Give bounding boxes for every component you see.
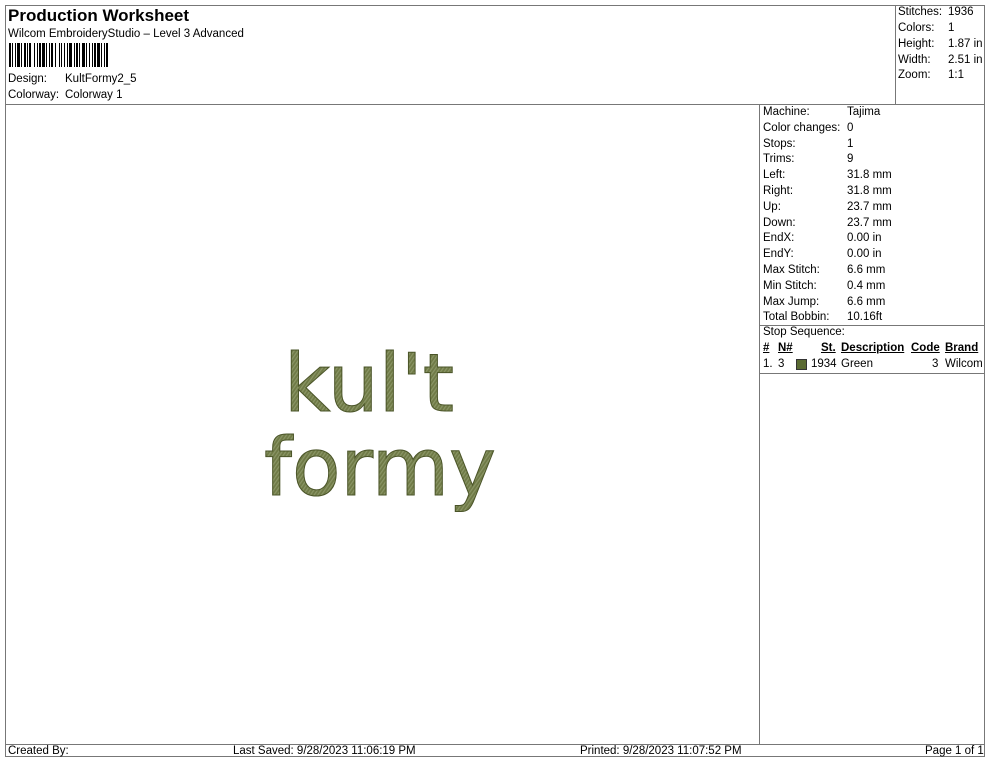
- summary-divider: [895, 5, 896, 104]
- detail-value: 6.6 mm: [847, 295, 886, 308]
- col-code: Code: [911, 342, 940, 354]
- col-stitches: St.: [821, 342, 836, 354]
- detail-label: Machine:: [763, 106, 810, 118]
- design-barcode: [9, 43, 181, 67]
- detail-label: Right:: [763, 185, 794, 197]
- col-needle: N#: [778, 342, 793, 354]
- detail-label: Total Bobbin:: [763, 311, 830, 324]
- detail-label: Trims:: [763, 153, 795, 166]
- row-brand: Wilcom: [945, 358, 983, 370]
- detail-value: 23.7 mm: [847, 200, 892, 213]
- detail-value: 31.8 mm: [847, 185, 892, 197]
- summary-colors-value: 1: [948, 22, 955, 34]
- barcode-bar: [108, 43, 110, 67]
- detail-value: 6.6 mm: [847, 264, 886, 276]
- summary-colors-label: Colors:: [898, 22, 935, 34]
- design-value: KultFormy2_5: [65, 73, 137, 85]
- detail-label: Left:: [763, 169, 786, 182]
- summary-height-value: 1.87 in: [948, 38, 983, 50]
- design-label: Design:: [8, 73, 47, 85]
- thread-color-swatch: [796, 359, 807, 370]
- software-name: Wilcom EmbroideryStudio – Level 3 Advanc…: [8, 28, 244, 40]
- row-stitches: 1934: [811, 358, 837, 370]
- detail-label: Stops:: [763, 137, 796, 150]
- detail-value: 0.00 in: [847, 248, 882, 261]
- detail-value: 23.7 mm: [847, 216, 892, 229]
- footer-printed: Printed: 9/28/2023 11:07:52 PM: [580, 745, 742, 757]
- detail-value: 0: [847, 121, 854, 134]
- stop-sequence-title: Stop Sequence:: [763, 326, 845, 338]
- sequence-divider: [759, 373, 985, 374]
- colorway-row: Colorway: Colorway 1: [8, 89, 308, 103]
- col-description: Description: [841, 342, 905, 354]
- row-num: 1.: [763, 358, 773, 370]
- detail-label: EndY:: [763, 248, 794, 261]
- colorway-label: Colorway:: [8, 89, 60, 101]
- detail-label: Color changes:: [763, 121, 841, 134]
- summary-stitches-value: 1936: [948, 6, 974, 18]
- detail-value: 0.4 mm: [847, 279, 886, 292]
- summary-zoom-label: Zoom:: [898, 69, 931, 81]
- row-description: Green: [841, 358, 873, 370]
- detail-label: Down:: [763, 216, 796, 229]
- summary-stitches-label: Stitches:: [898, 6, 943, 18]
- footer-divider: [5, 744, 985, 745]
- sidebar-divider: [759, 104, 760, 745]
- detail-label: EndX:: [763, 232, 795, 245]
- summary-height-label: Height:: [898, 38, 935, 50]
- detail-label: Up:: [763, 200, 781, 213]
- detail-value: 31.8 mm: [847, 169, 892, 182]
- detail-label: Min Stitch:: [763, 279, 817, 292]
- row-code: 3: [932, 358, 939, 370]
- detail-value: 1: [847, 137, 854, 150]
- detail-value: Tajima: [847, 106, 881, 118]
- detail-value: 10.16ft: [847, 311, 883, 324]
- detail-value: 9: [847, 153, 854, 166]
- footer-last-saved: Last Saved: 9/28/2023 11:06:19 PM: [233, 745, 416, 757]
- col-brand: Brand: [945, 342, 979, 354]
- summary-zoom-value: 1:1: [948, 69, 964, 81]
- footer-created-by: Created By:: [8, 745, 69, 757]
- detail-label: Max Stitch:: [763, 264, 820, 276]
- detail-label: Max Jump:: [763, 295, 820, 308]
- row-needle: 3: [778, 358, 785, 370]
- design-text-line1: kul't: [284, 337, 454, 430]
- colorway-value: Colorway 1: [65, 89, 123, 101]
- design-row: Design: KultFormy2_5: [8, 73, 308, 87]
- embroidery-design-preview: kul't formy: [264, 337, 497, 515]
- detail-value: 0.00 in: [847, 232, 882, 245]
- summary-panel: Stitches: 1936 Colors: 1 Height: 1.87 in…: [898, 6, 984, 102]
- summary-width-label: Width:: [898, 54, 931, 66]
- footer-page-number: Page 1 of 1: [925, 745, 984, 757]
- summary-width-value: 2.51 in: [948, 54, 983, 66]
- page-title: Production Worksheet: [8, 6, 190, 25]
- table-row: 1. 3 1934 Green 3 Wilcom: [760, 357, 984, 372]
- machine-details: Machine: Tajima Color changes: 0 Stops: 1 Trim…: [763, 105, 983, 325]
- design-text-line2: formy: [264, 421, 496, 514]
- col-num: #: [763, 342, 770, 354]
